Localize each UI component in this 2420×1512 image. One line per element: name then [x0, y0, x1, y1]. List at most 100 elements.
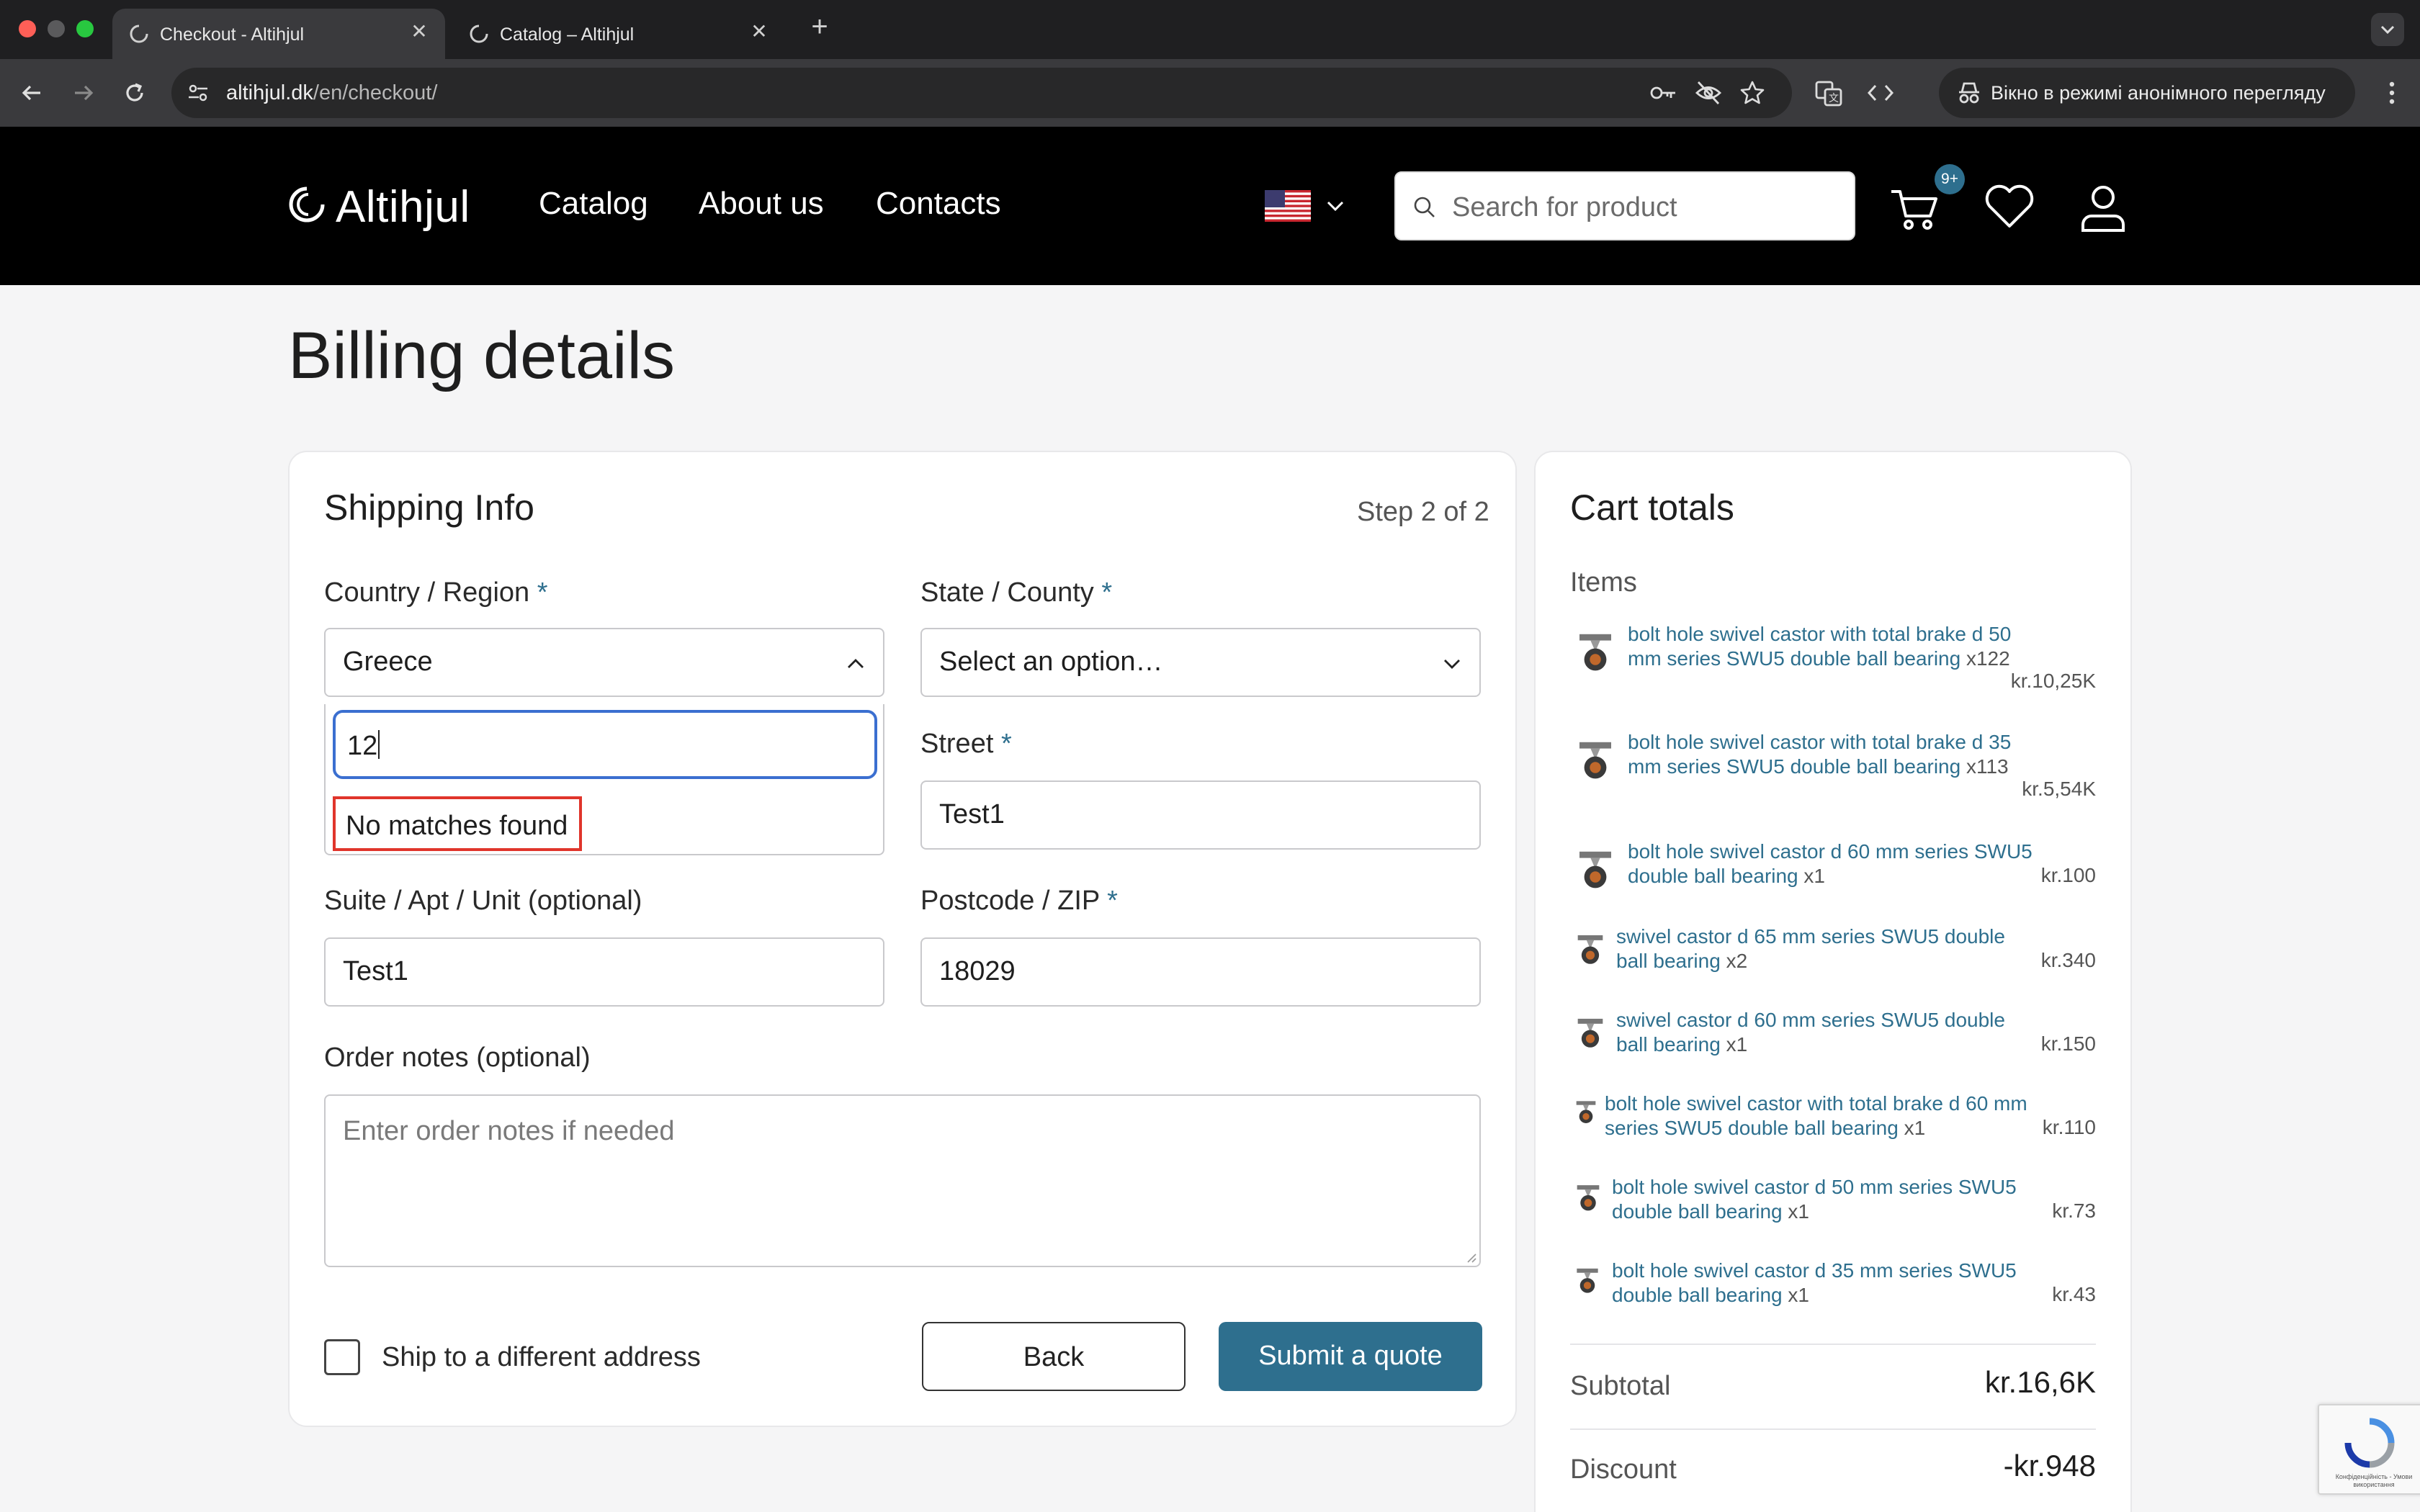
resize-grip-icon[interactable] — [1464, 1250, 1476, 1263]
order-notes-textarea[interactable]: Enter order notes if needed — [324, 1094, 1481, 1267]
tab-search-button[interactable] — [2371, 13, 2404, 46]
cart-item-name[interactable]: bolt hole swivel castor d 35 mm series S… — [1612, 1259, 2038, 1308]
address-bar[interactable]: altihjul.dk/en/checkout/ — [171, 68, 1792, 118]
eye-off-icon[interactable] — [1694, 79, 1723, 107]
us-flag-icon[interactable] — [1265, 190, 1311, 222]
cart-item-name[interactable]: bolt hole swivel castor d 60 mm series S… — [1628, 840, 2038, 888]
recaptcha-terms[interactable]: Конфіденційність - Умови використання — [2323, 1473, 2420, 1489]
search-icon — [1414, 197, 1435, 217]
castor-thumbnail-icon[interactable] — [1572, 628, 1619, 675]
reload-icon[interactable] — [118, 76, 151, 109]
subtotal-value: kr.16,6K — [1984, 1365, 2096, 1399]
cart-item-name[interactable]: swivel castor d 65 mm series SWU5 double… — [1616, 924, 2038, 973]
nav-about-us[interactable]: About us — [699, 186, 824, 222]
cart-item-price: kr.150 — [2040, 1032, 2096, 1055]
password-key-icon[interactable] — [1649, 81, 1678, 105]
back-arrow-icon[interactable] — [16, 76, 49, 109]
country-search-input[interactable]: 12 — [333, 710, 877, 779]
cart-item-name[interactable]: swivel castor d 60 mm series SWU5 double… — [1616, 1008, 2038, 1057]
street-label: Street * — [920, 729, 1012, 759]
cart-item-name[interactable]: bolt hole swivel castor d 50 mm series S… — [1612, 1175, 2038, 1224]
suite-label: Suite / Apt / Unit (optional) — [324, 886, 642, 916]
cart-item-qty: x1 — [1788, 1284, 1809, 1306]
tab-title: Checkout - Altihjul — [160, 24, 305, 45]
state-label: State / County * — [920, 577, 1113, 608]
nav-contacts[interactable]: Contacts — [876, 186, 1001, 222]
country-label: Country / Region * — [324, 577, 548, 608]
postcode-input[interactable]: 18029 — [920, 937, 1481, 1007]
country-value: Greece — [343, 647, 433, 677]
castor-thumbnail-icon[interactable] — [1572, 1264, 1603, 1296]
divider — [1570, 1428, 2096, 1430]
browser-toolbar: altihjul.dk/en/checkout/ 文 Вікно в режим… — [0, 59, 2420, 127]
cart-item-qty: x1 — [1803, 865, 1825, 887]
tab-checkout[interactable]: Checkout - Altihjul ✕ — [112, 9, 445, 59]
cart-item-qty: x113 — [1966, 755, 2009, 778]
back-button[interactable]: Back — [922, 1322, 1186, 1391]
forward-arrow-icon[interactable] — [66, 76, 99, 109]
ship-different-checkbox[interactable] — [324, 1339, 360, 1375]
site-header: Altihjul Catalog About us Contacts 9+ — [0, 127, 2420, 285]
cart-item-price: kr.340 — [2040, 949, 2096, 971]
cart-item-qty: x122 — [1966, 647, 2010, 670]
new-tab-button[interactable]: + — [805, 12, 834, 42]
state-select[interactable]: Select an option… — [920, 628, 1481, 697]
code-icon[interactable] — [1864, 76, 1897, 109]
loading-favicon-icon — [470, 24, 488, 43]
cart-totals-title: Cart totals — [1570, 487, 1734, 528]
nav-catalog[interactable]: Catalog — [539, 186, 648, 222]
window-close-button[interactable] — [19, 20, 36, 37]
step-indicator: Step 2 of 2 — [1357, 497, 1489, 527]
bookmark-star-icon[interactable] — [1739, 79, 1766, 107]
more-menu-icon[interactable] — [2375, 76, 2408, 109]
window-zoom-button[interactable] — [76, 20, 94, 37]
chevron-down-icon[interactable] — [1324, 194, 1347, 217]
ship-different-label[interactable]: Ship to a different address — [382, 1342, 701, 1373]
country-select[interactable]: Greece — [324, 628, 884, 697]
cart-icon[interactable] — [1888, 181, 1943, 233]
castor-thumbnail-icon[interactable] — [1572, 1097, 1600, 1126]
castor-thumbnail-icon[interactable] — [1572, 1181, 1605, 1214]
discount-value: -kr.948 — [2003, 1449, 2096, 1482]
tab-catalog[interactable]: Catalog – Altihjul ✕ — [452, 9, 785, 59]
cart-count-badge: 9+ — [1935, 164, 1965, 194]
site-settings-icon[interactable] — [186, 81, 210, 105]
suite-input[interactable]: Test1 — [324, 937, 884, 1007]
tab-close-icon[interactable]: ✕ — [406, 19, 432, 45]
castor-thumbnail-icon[interactable] — [1572, 930, 1609, 968]
cart-item-name[interactable]: bolt hole swivel castor with total brake… — [1605, 1092, 2038, 1140]
tab-close-icon[interactable]: ✕ — [746, 19, 772, 45]
search-input[interactable] — [1452, 186, 1841, 229]
recaptcha-badge[interactable]: Конфіденційність - Умови використання — [2318, 1404, 2420, 1495]
translate-icon[interactable]: 文 — [1812, 76, 1845, 109]
chevron-up-icon — [848, 659, 864, 668]
submit-quote-button[interactable]: Submit a quote — [1219, 1322, 1482, 1391]
postcode-label: Postcode / ZIP * — [920, 886, 1118, 916]
cart-item-qty: x1 — [1726, 1033, 1748, 1056]
tab-title: Catalog – Altihjul — [500, 24, 635, 45]
chevron-down-icon — [2380, 25, 2395, 35]
url-text: altihjul.dk/en/checkout/ — [226, 81, 438, 104]
cart-item-price: kr.110 — [2042, 1116, 2096, 1138]
cart-item-qty: x1 — [1904, 1117, 1926, 1139]
cart-item-name[interactable]: bolt hole swivel castor with total brake… — [1628, 730, 2038, 779]
incognito-indicator[interactable]: Вікно в режимі анонімного перегляду — [1939, 68, 2355, 118]
discount-label: Discount — [1570, 1454, 1677, 1485]
cart-item-price: kr.100 — [2040, 864, 2096, 886]
user-account-icon[interactable] — [2076, 181, 2130, 233]
cart-item-name[interactable]: bolt hole swivel castor with total brake… — [1628, 622, 2038, 671]
recaptcha-icon — [2344, 1418, 2395, 1468]
cart-item-price: kr.73 — [2052, 1200, 2096, 1222]
subtotal-label: Subtotal — [1570, 1371, 1671, 1401]
castor-thumbnail-icon[interactable] — [1572, 845, 1619, 893]
street-input[interactable]: Test1 — [920, 780, 1481, 850]
heart-icon[interactable] — [1982, 181, 2037, 233]
logo-icon — [289, 186, 325, 222]
window-minimize-button[interactable] — [48, 20, 65, 37]
page-title: Billing details — [288, 319, 675, 392]
castor-thumbnail-icon[interactable] — [1572, 1014, 1609, 1051]
product-search-box — [1394, 171, 1855, 240]
no-matches-message: No matches found — [333, 796, 582, 851]
castor-thumbnail-icon[interactable] — [1572, 736, 1619, 783]
text-caret — [378, 730, 380, 759]
